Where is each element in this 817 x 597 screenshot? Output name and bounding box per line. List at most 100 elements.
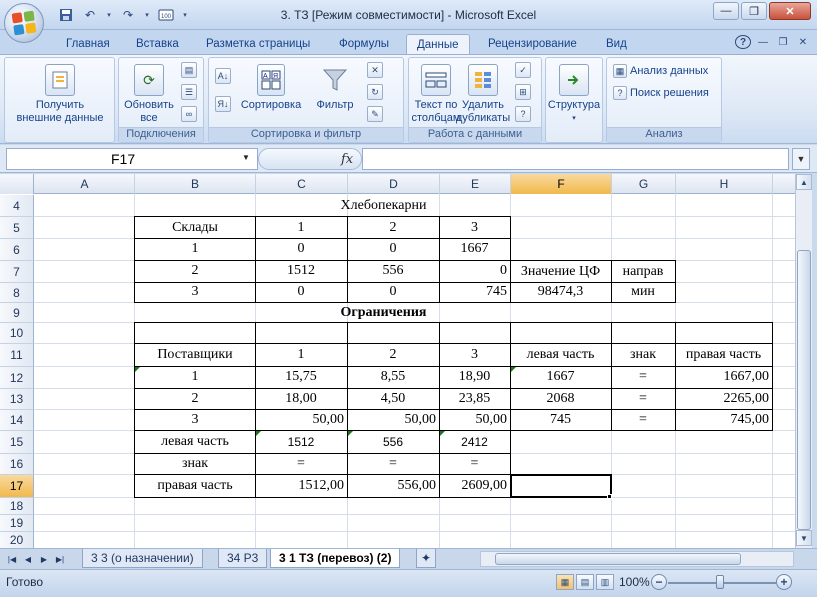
sign-row-2[interactable]: = bbox=[347, 453, 440, 475]
tab-data[interactable]: Данные bbox=[406, 34, 470, 54]
ribbon-minimize-icon[interactable]: — bbox=[755, 35, 771, 49]
row-header-13[interactable]: 13 bbox=[0, 389, 34, 410]
row-header-17[interactable]: 17 bbox=[0, 475, 34, 498]
zoom-slider-thumb[interactable] bbox=[716, 575, 724, 589]
cost-1-2[interactable]: 8,55 bbox=[347, 366, 440, 389]
objective-label[interactable]: Значение ЦФ bbox=[510, 260, 612, 283]
sign-header[interactable]: знак bbox=[611, 343, 676, 367]
first-sheet-icon[interactable]: |◀ bbox=[6, 552, 18, 566]
col-header-b[interactable]: B bbox=[135, 174, 256, 194]
sign-row-1[interactable]: = bbox=[255, 453, 348, 475]
get-external-data-button[interactable]: Получить внешние данные bbox=[13, 64, 107, 125]
worksheet-grid[interactable]: A B C D E F G H 4 5 6 7 8 9 10 11 12 13 … bbox=[0, 174, 795, 548]
advanced-filter-button[interactable]: ✎ bbox=[367, 106, 383, 122]
row-header-18[interactable]: 18 bbox=[0, 498, 34, 515]
lhs-row-1[interactable]: 1512 bbox=[255, 430, 348, 454]
data-analysis-button[interactable]: ▦ Анализ данных bbox=[613, 64, 708, 78]
prev-sheet-icon[interactable]: ◀ bbox=[22, 552, 34, 566]
col-header-d[interactable]: D bbox=[348, 174, 440, 194]
consolidate-button[interactable]: ⊞ bbox=[515, 84, 531, 100]
supplier-3-label[interactable]: 3 bbox=[134, 409, 256, 431]
cost-2-3[interactable]: 23,85 bbox=[439, 388, 511, 410]
objective-value[interactable]: 98474,3 bbox=[510, 282, 612, 303]
supplier-1-rhs[interactable]: 1667,00 bbox=[675, 366, 773, 389]
solver-button[interactable]: ? Поиск решения bbox=[613, 86, 709, 100]
col-header-h[interactable]: H bbox=[676, 174, 773, 194]
tab-home[interactable]: Главная bbox=[56, 34, 120, 54]
scroll-up-icon[interactable]: ▲ bbox=[796, 174, 812, 190]
alloc-2-3[interactable]: 0 bbox=[439, 260, 511, 283]
data-validation-button[interactable]: ✓ bbox=[515, 62, 531, 78]
help-icon[interactable]: ? bbox=[735, 35, 751, 49]
lhs-row-2[interactable]: 556 bbox=[347, 430, 440, 454]
refresh-all-button[interactable]: ⟳ Обновить все bbox=[121, 64, 177, 125]
warehouse-3-label[interactable]: 3 bbox=[134, 282, 256, 303]
sheet-tab-34-r3[interactable]: 34 Р3 bbox=[218, 549, 268, 568]
sheet-tab-assignment[interactable]: 3 3 (о назначении) bbox=[82, 549, 203, 568]
alloc-2-2[interactable]: 556 bbox=[347, 260, 440, 283]
next-sheet-icon[interactable]: ▶ bbox=[38, 552, 50, 566]
insert-sheet-icon[interactable]: ✦ bbox=[416, 549, 437, 568]
formula-bar-expand-icon[interactable]: ▼ bbox=[792, 148, 810, 170]
alloc-3-2[interactable]: 0 bbox=[347, 282, 440, 303]
alloc-2-1[interactable]: 1512 bbox=[255, 260, 348, 283]
vertical-scroll-thumb[interactable] bbox=[797, 250, 811, 530]
row-header-12[interactable]: 12 bbox=[0, 367, 34, 389]
row-header-5[interactable]: 5 bbox=[0, 217, 34, 239]
tab-review[interactable]: Рецензирование bbox=[478, 34, 587, 54]
row-header-7[interactable]: 7 bbox=[0, 261, 34, 283]
lhs-row-3[interactable]: 2412 bbox=[439, 430, 511, 454]
scroll-down-icon[interactable]: ▼ bbox=[796, 530, 812, 546]
sort-desc-button[interactable]: Я↓ bbox=[215, 96, 231, 112]
supplier-1-label[interactable]: 1 bbox=[134, 366, 256, 389]
ribbon-restore-icon[interactable]: ❐ bbox=[775, 35, 791, 49]
rhs-row-label[interactable]: правая часть bbox=[134, 474, 256, 498]
warehouses-header[interactable]: Склады bbox=[134, 216, 256, 239]
normal-view-icon[interactable]: ▦ bbox=[556, 574, 574, 590]
bakery-2-header[interactable]: 2 bbox=[347, 216, 440, 239]
rhs-row-1[interactable]: 1512,00 bbox=[255, 474, 348, 498]
cost-2-1[interactable]: 18,00 bbox=[255, 388, 348, 410]
row-header-11[interactable]: 11 bbox=[0, 344, 34, 367]
cost-3-2[interactable]: 50,00 bbox=[347, 409, 440, 431]
row-header-10[interactable]: 10 bbox=[0, 323, 34, 344]
vertical-scrollbar[interactable]: ▲ ▼ bbox=[795, 174, 812, 548]
col-header-e[interactable]: E bbox=[440, 174, 511, 194]
alloc-1-2[interactable]: 0 bbox=[347, 238, 440, 261]
zoom-out-icon[interactable]: − bbox=[651, 574, 667, 590]
zoom-in-icon[interactable]: + bbox=[776, 574, 792, 590]
col-header-a[interactable]: A bbox=[35, 174, 135, 194]
row-header-15[interactable]: 15 bbox=[0, 431, 34, 454]
direction-label[interactable]: направ bbox=[611, 260, 676, 283]
rhs-row-3[interactable]: 2609,00 bbox=[439, 474, 511, 498]
minimize-button[interactable]: — bbox=[713, 2, 739, 20]
tab-insert[interactable]: Вставка bbox=[126, 34, 189, 54]
empty-cell-e10[interactable] bbox=[439, 322, 511, 344]
row-header-20[interactable]: 20 bbox=[0, 532, 34, 548]
horizontal-scrollbar[interactable] bbox=[480, 551, 794, 567]
sheet-tab-active[interactable]: 3 1 ТЗ (перевоз) (2) bbox=[270, 549, 401, 568]
insert-function-icon[interactable]: fx bbox=[341, 152, 353, 167]
rhs-header[interactable]: правая часть bbox=[675, 343, 773, 367]
alloc-3-3[interactable]: 745 bbox=[439, 282, 511, 303]
supplier-2-lhs[interactable]: 2068 bbox=[510, 388, 612, 410]
ribbon-close-icon[interactable]: ✕ bbox=[795, 35, 811, 49]
supplier-3-lhs[interactable]: 745 bbox=[510, 409, 612, 431]
properties-button[interactable]: ☰ bbox=[181, 84, 197, 100]
supplier-2-label[interactable]: 2 bbox=[134, 388, 256, 410]
formula-input[interactable] bbox=[362, 148, 789, 170]
constraint-col-1-header[interactable]: 1 bbox=[255, 343, 348, 367]
name-box-dropdown-icon[interactable]: ▼ bbox=[242, 153, 250, 162]
alloc-1-1[interactable]: 0 bbox=[255, 238, 348, 261]
empty-cell-d10[interactable] bbox=[347, 322, 440, 344]
restore-button[interactable]: ❐ bbox=[741, 2, 767, 20]
what-if-button[interactable]: ? bbox=[515, 106, 531, 122]
bakery-3-header[interactable]: 3 bbox=[439, 216, 511, 239]
fill-handle[interactable] bbox=[607, 494, 612, 499]
outline-button[interactable]: Структура ▾ bbox=[546, 64, 602, 125]
edit-links-button[interactable]: ∞ bbox=[181, 106, 197, 122]
page-break-view-icon[interactable]: ▥ bbox=[596, 574, 614, 590]
rhs-row-2[interactable]: 556,00 bbox=[347, 474, 440, 498]
constraint-col-3-header[interactable]: 3 bbox=[439, 343, 511, 367]
direction-value[interactable]: мин bbox=[611, 282, 676, 303]
